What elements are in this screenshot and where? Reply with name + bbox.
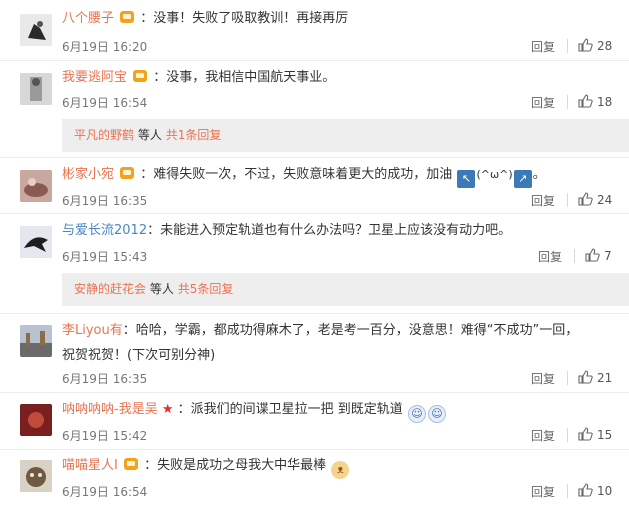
avatar[interactable] [20, 170, 52, 202]
timestamp: 6月19日 16:54 [62, 485, 148, 499]
divider [567, 484, 568, 498]
avatar[interactable] [20, 14, 52, 46]
timestamp: 6月19日 16:35 [62, 372, 148, 386]
divider [567, 428, 568, 442]
vip-badge-icon [123, 458, 138, 470]
comment-text: ：未能进入预定轨道也有什么办法吗？卫星上应该没有动力吧。 [147, 223, 512, 238]
timestamp: 6月19日 15:43 [62, 250, 148, 264]
divider [567, 193, 568, 207]
vip-badge-icon [120, 11, 135, 23]
divider [0, 392, 629, 393]
timestamp: 6月19日 16:35 [62, 194, 148, 208]
emoticon-text: (^ω^) [476, 168, 513, 181]
comment-text: ：失败是成功之母我大中华最棒 [144, 458, 327, 473]
username-link[interactable]: 呐呐呐呐-我是吴 [62, 402, 158, 417]
divider [0, 213, 629, 214]
sub-reply-bar[interactable]: 平凡的野鹤 等人 共1条回复 [62, 119, 629, 152]
divider [567, 39, 568, 53]
like-button[interactable]: 28 [577, 37, 612, 53]
reply-button[interactable]: 回复 [531, 94, 555, 111]
like-count: 7 [604, 249, 612, 263]
like-button[interactable]: 7 [584, 247, 612, 263]
reply-button[interactable]: 回复 [538, 248, 562, 265]
arrow-up-left-icon: ↖ [457, 170, 476, 188]
reply-button[interactable]: 回复 [531, 192, 555, 209]
thumbs-up-icon [585, 248, 600, 262]
avatar[interactable] [20, 325, 52, 357]
doraemon-emoji-icon: ☺ [407, 405, 426, 423]
username-link[interactable]: 喵喵星人I [62, 458, 118, 473]
like-count: 28 [597, 39, 613, 53]
divider [0, 313, 629, 314]
cat-emoji-icon: ᴥ [331, 461, 350, 479]
sub-reply-text: 等人 [149, 282, 174, 296]
thumbs-up-icon [578, 38, 593, 52]
sub-reply-count[interactable]: 共1条回复 [166, 128, 222, 142]
divider [0, 60, 629, 61]
sub-reply-count[interactable]: 共5条回复 [178, 282, 234, 296]
comment-text: ：难得失败一次，不过，失败意味着更大的成功，加油 [140, 167, 453, 182]
username-link[interactable]: 与爱长流2012 [62, 223, 147, 238]
like-button[interactable]: 15 [577, 426, 612, 442]
like-button[interactable]: 21 [577, 369, 612, 385]
reply-button[interactable]: 回复 [531, 483, 555, 500]
comment-text: ：没事！失败了吸取教训！再接再厉 [140, 11, 349, 26]
username-link[interactable]: 我要逃阿宝 [62, 70, 127, 85]
avatar[interactable] [20, 404, 52, 436]
timestamp: 6月19日 16:20 [62, 40, 148, 54]
thumbs-up-icon [578, 427, 593, 441]
like-button[interactable]: 24 [577, 191, 612, 207]
avatar[interactable] [20, 226, 52, 258]
timestamp: 6月19日 15:42 [62, 429, 148, 443]
sub-reply-text: 等人 [137, 128, 162, 142]
like-count: 21 [597, 371, 613, 385]
like-count: 15 [597, 428, 613, 442]
like-count: 10 [597, 484, 613, 498]
vip-badge-icon [120, 167, 135, 179]
sub-reply-user[interactable]: 平凡的野鹤 [74, 128, 134, 142]
username-link[interactable]: 李Liyou有 [62, 323, 123, 338]
sub-reply-bar[interactable]: 安静的赶花会 等人 共5条回复 [62, 273, 629, 306]
thumbs-up-icon [578, 192, 593, 206]
sub-reply-user[interactable]: 安静的赶花会 [74, 282, 146, 296]
username-link[interactable]: 彬家小宛 [62, 167, 114, 182]
divider [0, 449, 629, 450]
doraemon-emoji-icon: ☺ [427, 405, 446, 423]
like-count: 24 [597, 193, 613, 207]
thumbs-up-icon [578, 370, 593, 384]
divider [574, 249, 575, 263]
star-icon: ★ [161, 402, 174, 417]
divider [0, 157, 629, 158]
avatar[interactable] [20, 73, 52, 105]
reply-button[interactable]: 回复 [531, 38, 555, 55]
username-link[interactable]: 八个腰子 [62, 11, 114, 26]
divider [567, 95, 568, 109]
comment-text: ：没事，我相信中国航天事业。 [153, 70, 336, 85]
like-count: 18 [597, 95, 613, 109]
reply-button[interactable]: 回复 [531, 370, 555, 387]
vip-badge-icon [133, 70, 148, 82]
thumbs-up-icon [578, 483, 593, 497]
like-button[interactable]: 10 [577, 482, 612, 498]
timestamp: 6月19日 16:54 [62, 96, 148, 110]
thumbs-up-icon [578, 94, 593, 108]
reply-button[interactable]: 回复 [531, 427, 555, 444]
comment-text: ：派我们的间谍卫星拉一把 到既定轨道 [177, 402, 403, 417]
comment-text: ：哈哈，学霸，都成功得麻木了，老是考一百分，没意思！难得“不成功”一回，祝贺祝贺… [62, 323, 579, 363]
divider [567, 371, 568, 385]
avatar[interactable] [20, 460, 52, 492]
arrow-up-right-icon: ↗ [513, 170, 532, 188]
like-button[interactable]: 18 [577, 93, 612, 109]
